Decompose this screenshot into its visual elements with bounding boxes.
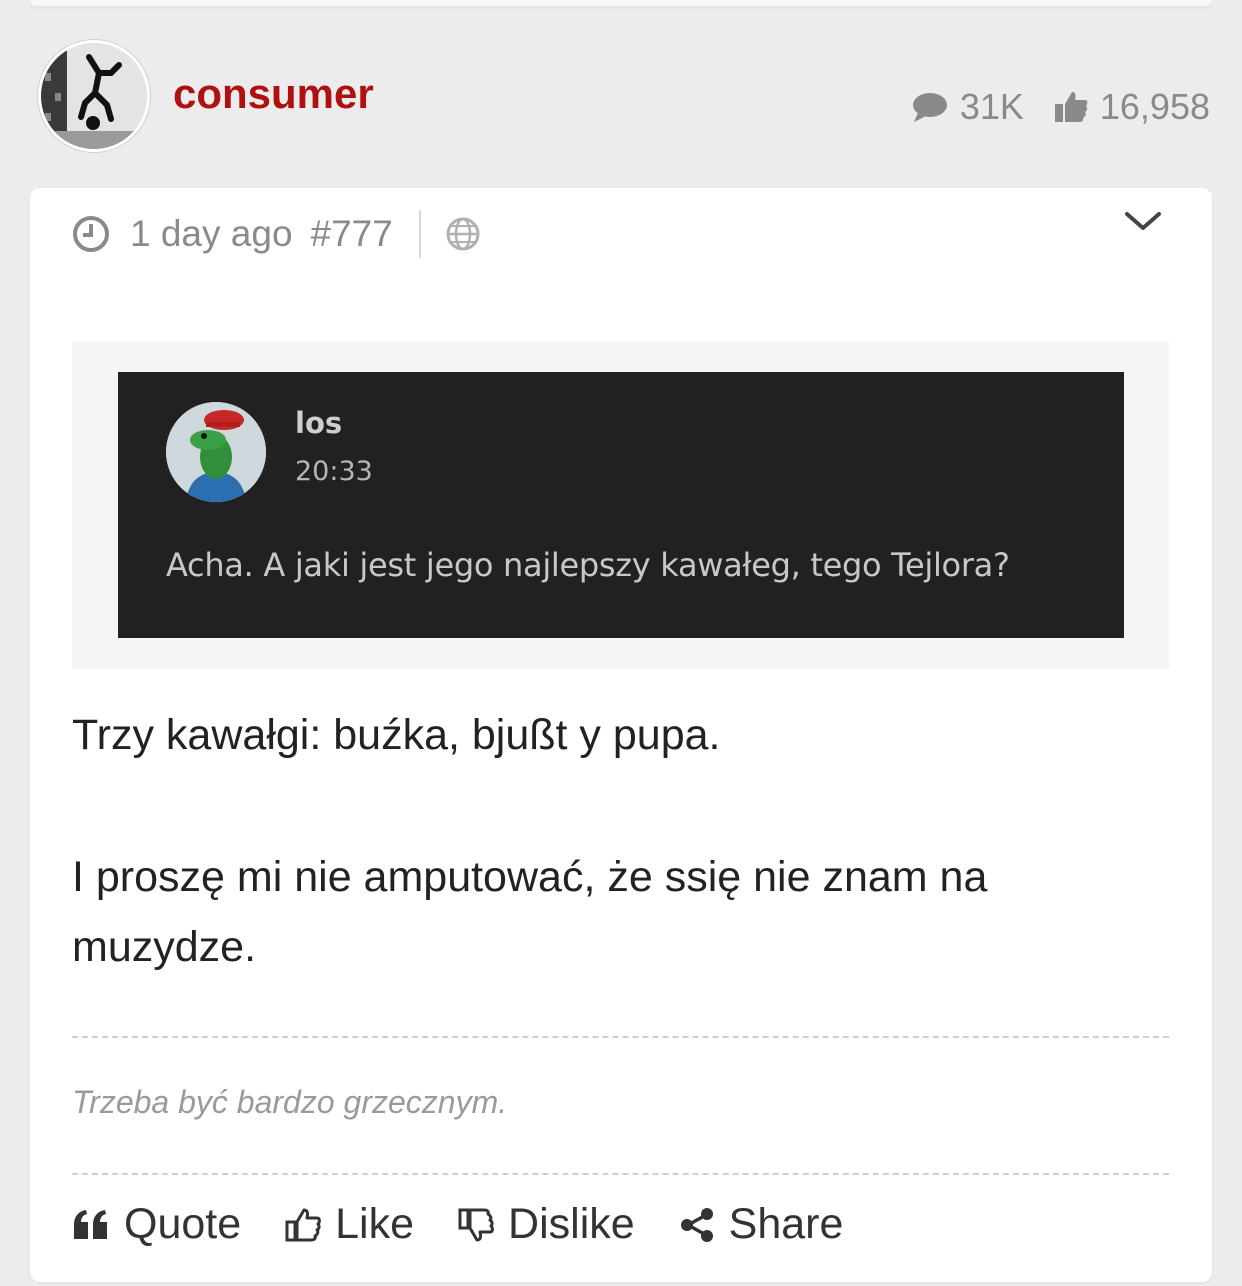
signature: Trzeba być bardzo grzecznym. xyxy=(72,1084,508,1120)
post-card: 1 day ago #777 los 20:33 Acha. A jaki je… xyxy=(30,188,1212,1282)
dislike-label: Dislike xyxy=(508,1200,635,1248)
quote-button[interactable]: Quote xyxy=(72,1200,241,1249)
author-avatar[interactable] xyxy=(38,40,150,152)
share-button[interactable]: Share xyxy=(679,1200,844,1249)
previous-card-edge xyxy=(30,0,1212,6)
thumbs-up-icon xyxy=(1054,92,1088,122)
chevron-down-icon[interactable] xyxy=(1124,206,1162,236)
clock-icon xyxy=(73,216,109,252)
author-header: consumer 31K 16,958 xyxy=(0,38,1242,154)
quote-icon xyxy=(74,1209,107,1239)
quote-label: Quote xyxy=(124,1200,242,1248)
signature-divider-bottom xyxy=(72,1173,1169,1175)
post-time[interactable]: 1 day ago xyxy=(130,213,293,255)
thumbs-down-icon xyxy=(458,1208,494,1241)
post-meta: 1 day ago #777 xyxy=(72,210,481,258)
quoted-avatar xyxy=(166,402,266,502)
quoted-text: Acha. A jaki jest jego najlepszy kawałeg… xyxy=(166,546,1010,584)
comment-count: 31K xyxy=(912,86,1024,128)
like-label: Like xyxy=(335,1200,415,1248)
dislike-button[interactable]: Dislike xyxy=(458,1200,635,1249)
embedded-quote: los 20:33 Acha. A jaki jest jego najleps… xyxy=(72,342,1169,669)
share-icon xyxy=(680,1207,713,1242)
signature-divider-top xyxy=(72,1036,1169,1038)
post-body: Trzy kawałgi: buźka, bjußt y pupa. I pro… xyxy=(72,700,1152,982)
like-button[interactable]: Like xyxy=(285,1200,414,1249)
post-body-paragraph: Trzy kawałgi: buźka, bjußt y pupa. xyxy=(72,711,721,759)
post-body-paragraph: I proszę mi nie amputować, że ssię nie z… xyxy=(72,853,988,971)
meta-divider xyxy=(418,210,421,258)
quoted-time: 20:33 xyxy=(295,456,373,487)
author-stats: 31K 16,958 xyxy=(912,86,1210,128)
post-actions: Quote Like Dislike Share xyxy=(72,1200,843,1249)
like-count-value: 16,958 xyxy=(1099,86,1210,127)
globe-icon xyxy=(446,217,480,251)
like-count: 16,958 xyxy=(1054,86,1210,128)
quoted-message: los 20:33 Acha. A jaki jest jego najleps… xyxy=(118,372,1124,638)
comment-count-value: 31K xyxy=(959,86,1024,127)
comment-icon xyxy=(912,93,947,122)
post-number[interactable]: #777 xyxy=(311,213,393,255)
thumbs-up-icon xyxy=(285,1208,322,1241)
quoted-name: los xyxy=(295,406,343,440)
share-label: Share xyxy=(728,1200,844,1248)
author-name[interactable]: consumer xyxy=(173,70,374,118)
